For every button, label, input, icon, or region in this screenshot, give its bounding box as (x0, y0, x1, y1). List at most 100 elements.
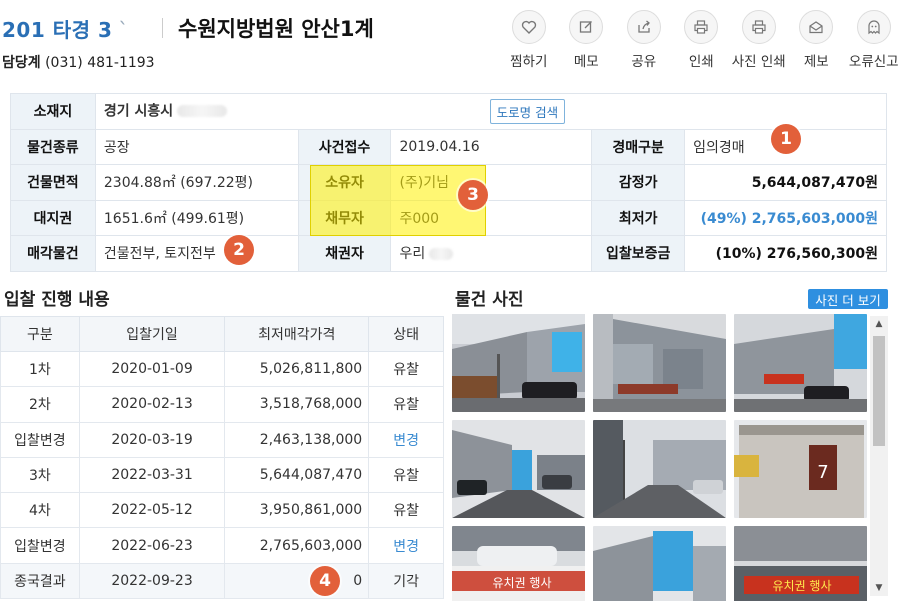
print-button[interactable]: 인쇄 (673, 10, 731, 70)
more-photos-button[interactable]: 사진 더 보기 (808, 289, 888, 309)
land-right-value: 1651.6㎡ (499.61평) (94, 199, 299, 236)
bid-price: 3,518,768,000 (224, 386, 370, 423)
scroll-up-icon[interactable]: ▲ (870, 316, 888, 332)
scroll-down-icon[interactable]: ▼ (870, 580, 888, 596)
case-number: 201 타경 3 ` (2, 14, 129, 43)
col-round: 구분 (0, 316, 80, 352)
photo-street-1[interactable] (452, 420, 585, 518)
pillar-sign-text: 7 (817, 462, 828, 483)
appraisal-label: 감정가 (591, 164, 686, 201)
bid-header-row: 구분 입찰기일 최저매각가격 상태 (0, 316, 444, 352)
table-row: 종국결과 2022-09-23 0 기각 (0, 562, 444, 600)
redacted-address (177, 105, 228, 118)
bookmark-button[interactable]: 찜하기 (500, 10, 558, 70)
received-value: 2019.04.16 (390, 128, 593, 165)
bid-price: 2,463,138,000 (224, 421, 370, 458)
print-icon (684, 10, 719, 44)
contact-info: 담당계 (031) 481-1193 (2, 52, 155, 72)
creditor-cell: 우리 (390, 235, 593, 272)
bid-date: 2022-06-23 (78, 527, 226, 564)
court-title: 수원지방법원 안산1계 (178, 17, 374, 41)
info-row-sale: 매각물건 건물전부, 토지전부 채권자 우리 입찰보증금 (10%) 276,5… (10, 235, 887, 272)
table-row: 입찰변경 2020-03-19 2,463,138,000 변경 (0, 421, 444, 458)
received-label: 사건접수 (297, 128, 392, 165)
bookmark-label: 찜하기 (510, 54, 548, 70)
bid-status: 기각 (368, 562, 444, 600)
photo-print-button[interactable]: 사진 인쇄 (730, 10, 788, 70)
photo-street-2[interactable] (593, 420, 726, 518)
memo-icon (569, 10, 604, 44)
owner-value: (주)기님 (399, 175, 450, 192)
bid-status: 유찰 (368, 350, 444, 388)
photo-scrollbar[interactable]: ▲ ▼ (870, 316, 888, 596)
bid-price: 2,765,603,000 (224, 527, 370, 564)
bid-price: 5,644,087,470 (224, 456, 370, 494)
bid-status: 유찰 (368, 386, 444, 423)
action-toolbar: 찜하기 메모 공유 인쇄 사진 인쇄 제보 오류신고 (500, 10, 900, 70)
info-row-land: 대지권 1651.6㎡ (499.61평) 채무자 주000 최저가 (49%)… (10, 199, 887, 236)
annotation-badge-3: 3 (458, 180, 488, 210)
header-divider (162, 18, 163, 38)
case-number-mark: ` (118, 18, 129, 42)
deposit-value: (10%) 276,560,300원 (684, 235, 887, 272)
print-label: 인쇄 (688, 54, 714, 70)
banner-sign-text: 유치권 행사 (772, 578, 831, 593)
minimum-price-label: 최저가 (591, 199, 686, 236)
photo-factory-banner[interactable] (734, 314, 867, 412)
col-min-price: 최저매각가격 (224, 316, 370, 352)
annotation-badge-2: 2 (224, 235, 254, 265)
share-icon (626, 10, 661, 44)
photo-factory-front[interactable] (452, 314, 585, 412)
bid-round: 4차 (0, 492, 80, 529)
info-row-area: 건물면적 2304.88㎡ (697.22평) 소유자 (주)기님 감정가 5,… (10, 164, 887, 201)
bid-status[interactable]: 변경 (368, 527, 444, 564)
photo-print-label: 사진 인쇄 (731, 54, 786, 70)
photo-building-blue[interactable] (593, 526, 726, 601)
annotation-badge-4: 4 (310, 566, 340, 596)
heart-icon (511, 10, 546, 44)
table-row: 1차 2020-01-09 5,026,811,800 유찰 (0, 350, 444, 388)
error-report-label: 오류신고 (848, 54, 899, 70)
building-area-label: 건물면적 (10, 164, 96, 201)
creditor-label: 채권자 (297, 235, 392, 272)
type-value: 공장 (94, 128, 299, 165)
error-report-button[interactable]: 오류신고 (845, 10, 900, 70)
location-value: 경기 시흥시 (103, 103, 174, 120)
land-right-label: 대지권 (10, 199, 96, 236)
parking-sign-text: 유치권 행사 (492, 575, 551, 590)
bid-history-table: 구분 입찰기일 최저매각가격 상태 1차 2020-01-09 5,026,811,… (0, 316, 444, 600)
deposit-label: 입찰보증금 (591, 235, 686, 272)
share-button[interactable]: 공유 (615, 10, 673, 70)
annotation-badge-1: 1 (771, 124, 801, 154)
contact-label: 담당계 (2, 55, 41, 71)
envelope-icon (799, 10, 834, 44)
info-row-location: 소재지 경기 시흥시 도로명 검색 (10, 93, 888, 130)
memo-label: 메모 (573, 54, 599, 70)
bid-date: 2020-01-09 (78, 350, 226, 388)
sale-items-value: 건물전부, 토지전부 (94, 235, 299, 272)
road-search-button[interactable]: 도로명 검색 (489, 98, 566, 124)
creditor-value: 우리 (399, 246, 426, 263)
debtor-value: 주000 (399, 210, 440, 227)
photo-parking[interactable]: 유치권 행사 (452, 526, 585, 601)
photo-banner-wall[interactable]: 유치권 행사 (734, 526, 867, 601)
bid-status: 유찰 (368, 456, 444, 494)
photo-gate-pillar[interactable]: 7 (734, 420, 867, 518)
bid-round: 1차 (0, 350, 80, 388)
bid-round: 2차 (0, 386, 80, 423)
bid-status[interactable]: 변경 (368, 421, 444, 458)
table-row: 2차 2020-02-13 3,518,768,000 유찰 (0, 386, 444, 423)
redacted-creditor (429, 248, 454, 261)
photo-print-icon (741, 10, 776, 44)
bid-price: 3,950,861,000 (224, 492, 370, 529)
bid-status: 유찰 (368, 492, 444, 529)
bid-date: 2022-09-23 (78, 562, 226, 600)
owner-cell: (주)기님 (390, 164, 593, 201)
photo-factory-side[interactable] (593, 314, 726, 412)
scroll-thumb[interactable] (873, 336, 885, 446)
report-button[interactable]: 제보 (788, 10, 846, 70)
bid-round: 종국결과 (0, 562, 80, 600)
col-date: 입찰기일 (78, 316, 226, 352)
memo-button[interactable]: 메모 (558, 10, 616, 70)
share-label: 공유 (631, 54, 657, 70)
